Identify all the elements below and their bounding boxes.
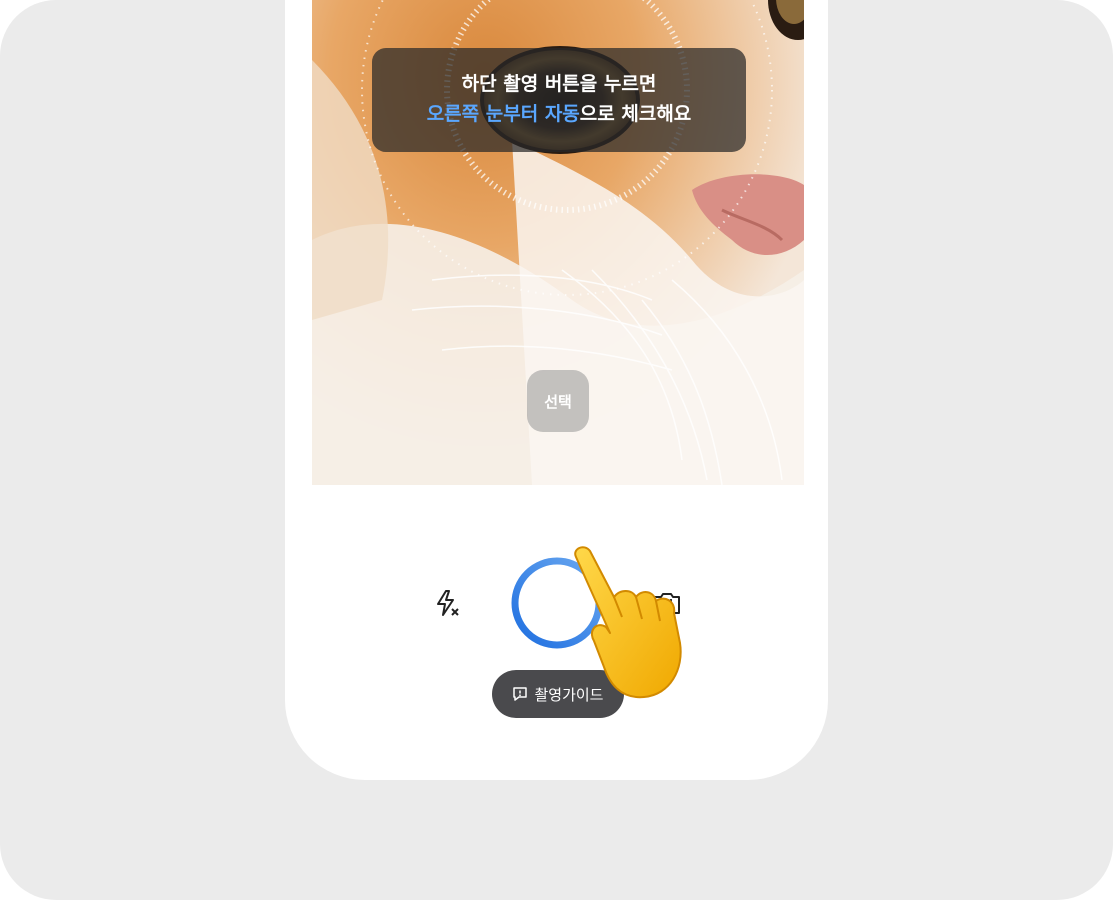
guide-tooltip: 하단 촬영 버튼을 누르면 오른쪽 눈부터 자동으로 체크해요: [372, 48, 746, 152]
phone-screen: 하단 촬영 버튼을 누르면 오른쪽 눈부터 자동으로 체크해요 선택 촬영가이드: [285, 0, 828, 780]
guide-line-2: 오른쪽 눈부터 자동으로 체크해요: [372, 99, 746, 129]
flash-off-button[interactable]: [429, 585, 465, 621]
select-button[interactable]: 선택: [527, 370, 589, 432]
camera-controls: 촬영가이드: [285, 485, 828, 780]
speech-bubble-alert-icon: [513, 687, 528, 701]
camera-viewfinder: 하단 촬영 버튼을 누르면 오른쪽 눈부터 자동으로 체크해요 선택: [312, 0, 804, 485]
background-panel: 하단 촬영 버튼을 누르면 오른쪽 눈부터 자동으로 체크해요 선택 촬영가이드: [0, 0, 1113, 900]
guide-highlight-auto: 자동: [544, 103, 580, 125]
pointing-hand-icon: [574, 546, 682, 699]
flash-off-icon: [437, 590, 459, 616]
guide-highlight-right-eye: 오른쪽 눈부터: [426, 103, 539, 125]
guide-line-2-rest: 으로 체크해요: [579, 103, 692, 125]
guide-line-1: 하단 촬영 버튼을 누르면: [461, 73, 657, 95]
